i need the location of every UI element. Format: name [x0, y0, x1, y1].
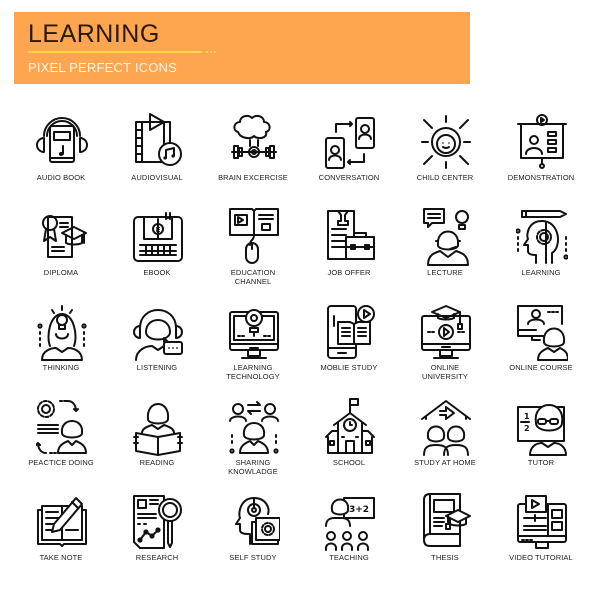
icon-label: LISTENING [136, 363, 178, 372]
sharing-knowledge-icon [229, 401, 279, 454]
icon-tile: AUDIO BOOK [13, 104, 109, 199]
icon-tile: 3+2 TEACHING [301, 484, 397, 579]
take-note-icon [37, 497, 87, 547]
board-equation: 3+2 [349, 505, 369, 515]
icon-tile: MOBLIE STUDY [301, 294, 397, 389]
icon-label: DEMONSTRATION [507, 173, 575, 182]
icon-label: TAKE NOTE [39, 553, 83, 562]
icon-tile: PEACTICE DOING [13, 389, 109, 484]
icon-tile: CONVERSATION [301, 104, 397, 199]
brain-exercise-icon [231, 114, 277, 159]
icon-label: JOB OFFER [327, 268, 371, 277]
lecture-icon [423, 208, 469, 266]
icon-tile: CHILD CENTER [397, 104, 493, 199]
page-subtitle: PIXEL PERFECT ICONS [28, 60, 178, 75]
icon-label: STUDY AT HOME [414, 458, 476, 467]
icon-tile: SELF STUDY [205, 484, 301, 579]
icon-tile: LEARNING [493, 199, 589, 294]
icon-label: BRAIN EXCERCISE [218, 173, 288, 182]
icon-tile: SCHOOL [301, 389, 397, 484]
icon-label: THESIS [431, 553, 459, 562]
icon-label: THINKING [42, 363, 80, 372]
video-tutorial-icon [517, 495, 567, 549]
icon-tile: TAKE NOTE [13, 484, 109, 579]
icon-label: TEACHING [329, 553, 369, 562]
online-course-icon [517, 305, 568, 361]
icon-tile: EDUCATION CHANNEL [205, 199, 301, 294]
icon-label: ONLINE COURSE [509, 363, 573, 372]
icon-tile: BRAIN EXCERCISE [205, 104, 301, 199]
icon-tile: LECTURE [397, 199, 493, 294]
study-at-home-icon [421, 400, 471, 456]
icon-label: DIPLOMA [43, 268, 79, 277]
icon-tile: SHARING KNOWLADGE [205, 389, 301, 484]
job-offer-icon [327, 210, 375, 260]
research-icon [133, 495, 182, 549]
learning-technology-icon [229, 309, 279, 359]
icon-tile: LISTENING [109, 294, 205, 389]
icon-label: VIDEO TUTORIAL [509, 553, 573, 562]
icon-label: RESEARCH [135, 553, 179, 562]
icon-tile: READING [109, 389, 205, 484]
conversation-icon [325, 117, 375, 169]
ebook-letter: E [156, 226, 161, 234]
icon-label: EBOOK [143, 268, 171, 277]
online-university-icon [421, 305, 471, 359]
icon-label: CONVERSATION [318, 173, 380, 182]
education-channel-icon [229, 208, 279, 264]
fraction-denominator: 2 [524, 424, 530, 433]
icon-tile: THINKING [13, 294, 109, 389]
icon-tile: ONLINE UNIVERSITY [397, 294, 493, 389]
child-center-icon [421, 115, 471, 169]
icon-tile: RESEARCH [109, 484, 205, 579]
header-banner: LEARNING PIXEL PERFECT ICONS [14, 12, 470, 84]
thesis-icon [423, 493, 471, 547]
icon-tile: ONLINE COURSE [493, 294, 589, 389]
icon-label: SELF STUDY [229, 553, 277, 562]
icon-label: SHARING KNOWLADGE [228, 458, 278, 476]
icon-label: MOBLIE STUDY [320, 363, 378, 372]
icon-tile: VIDEO TUTORIAL [493, 484, 589, 579]
fraction-numerator: 1 [524, 412, 530, 421]
diploma-icon [42, 215, 87, 258]
icon-tile: LEARNING TECHNOLOGY [205, 294, 301, 389]
icon-label: LECTURE [427, 268, 463, 277]
icon-label: LEARNING TECHNOLOGY [226, 363, 280, 381]
icon-tile: STUDY AT HOME [397, 389, 493, 484]
title-underline-dots [206, 51, 218, 53]
icon-label: TUTOR [527, 458, 555, 467]
icon-tile: E EBOOK [109, 199, 205, 294]
demonstration-icon [517, 114, 567, 169]
icon-label: SCHOOL [332, 458, 366, 467]
icon-label: AUDIOVISUAL [131, 173, 183, 182]
icon-tile: THESIS [397, 484, 493, 579]
icon-tile: JOB OFFER [301, 199, 397, 294]
icon-label: LEARNING [521, 268, 561, 277]
icon-label: EDUCATION CHANNEL [230, 268, 276, 286]
icon-label: PEACTICE DOING [28, 458, 94, 467]
icon-label: CHILD CENTER [416, 173, 474, 182]
icon-label: READING [139, 458, 175, 467]
icon-tile: DIPLOMA [13, 199, 109, 294]
icon-tile: 1 2 TUTOR [493, 389, 589, 484]
ebook-icon: E [133, 212, 183, 262]
icon-label: AUDIO BOOK [36, 173, 86, 182]
icon-label: ONLINE UNIVERSITY [421, 363, 468, 381]
practice-doing-icon [36, 400, 87, 454]
icon-tile: DEMONSTRATION [493, 104, 589, 199]
school-icon [325, 398, 375, 454]
listening-icon [133, 309, 183, 361]
page-title: LEARNING [28, 20, 160, 48]
teaching-icon: 3+2 [325, 497, 375, 551]
self-study-icon [235, 497, 280, 545]
icon-tile: AUDIOVISUAL [109, 104, 205, 199]
thinking-icon [37, 305, 87, 361]
tutor-icon: 1 2 [517, 404, 567, 456]
audiovisual-icon [135, 113, 182, 166]
reading-icon [133, 403, 183, 456]
audio-book-icon [36, 117, 88, 163]
title-underline [28, 51, 202, 53]
mobile-study-icon [327, 305, 375, 359]
learning-icon [516, 210, 568, 264]
